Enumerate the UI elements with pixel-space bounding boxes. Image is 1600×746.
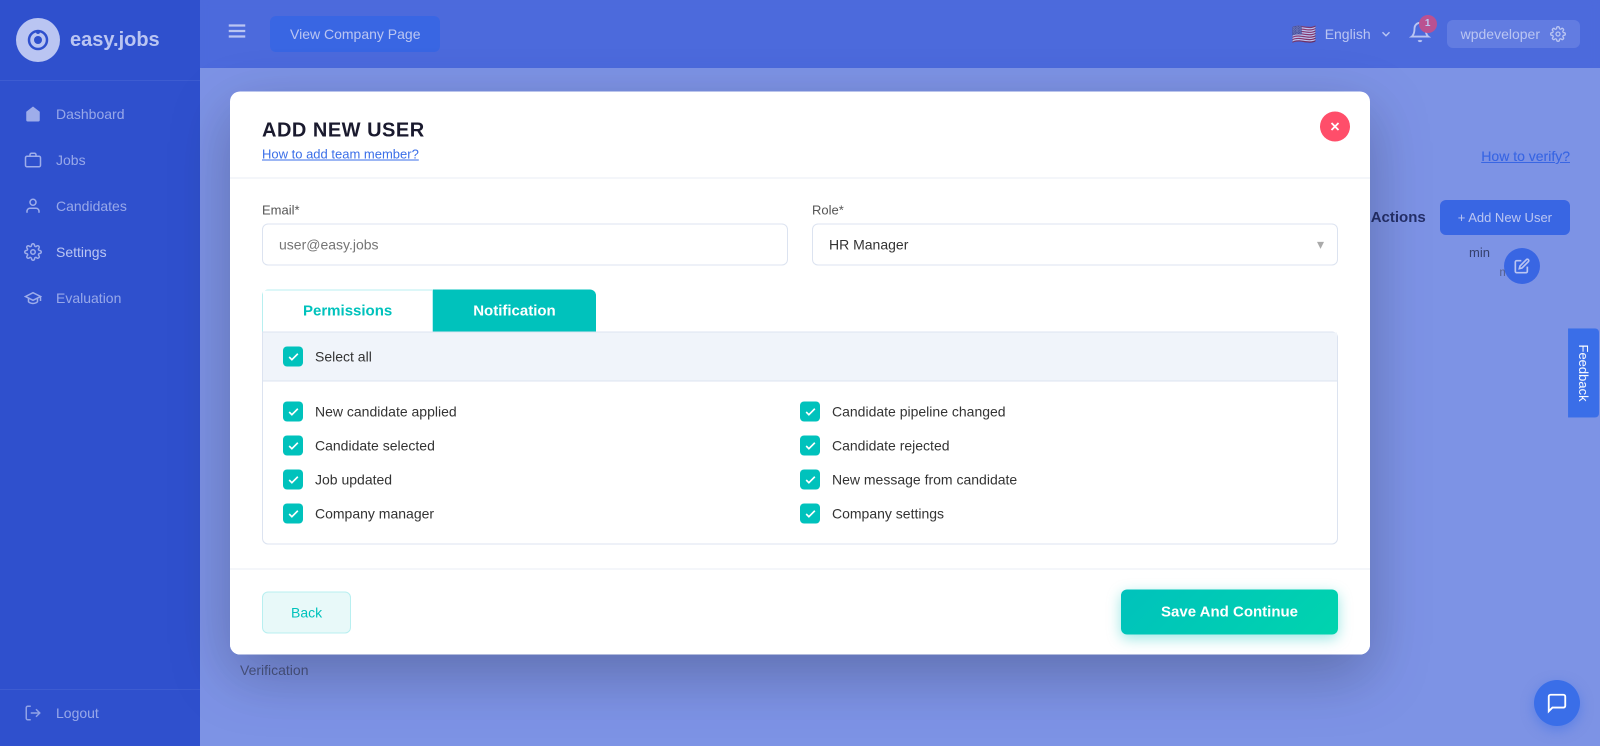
role-select-wrapper: HR Manager ▾ bbox=[812, 224, 1338, 266]
role-label: Role* bbox=[812, 203, 1338, 218]
notif-label-1: Candidate pipeline changed bbox=[832, 404, 1006, 420]
notif-label-6: Company manager bbox=[315, 506, 434, 522]
role-select[interactable]: HR Manager bbox=[812, 224, 1338, 266]
notif-label-2: Candidate selected bbox=[315, 438, 435, 454]
notif-checkbox-7[interactable] bbox=[800, 504, 820, 524]
modal-footer: Back Save And Continue bbox=[230, 569, 1370, 655]
add-user-modal: ADD NEW USER How to add team member? Ema… bbox=[230, 92, 1370, 655]
checkmark-icon bbox=[804, 507, 817, 520]
chat-button[interactable] bbox=[1534, 680, 1580, 726]
notif-item-4: Job updated bbox=[283, 470, 800, 490]
notif-label-3: Candidate rejected bbox=[832, 438, 950, 454]
close-icon bbox=[1328, 120, 1342, 134]
notif-item-5: New message from candidate bbox=[800, 470, 1317, 490]
notif-checkbox-1[interactable] bbox=[800, 402, 820, 422]
checkmark-icon bbox=[287, 350, 300, 363]
notif-item-6: Company manager bbox=[283, 504, 800, 524]
notif-item-2: Candidate selected bbox=[283, 436, 800, 456]
notif-checkbox-4[interactable] bbox=[283, 470, 303, 490]
chat-icon bbox=[1546, 692, 1568, 714]
tab-permissions[interactable]: Permissions bbox=[262, 290, 433, 332]
email-label: Email* bbox=[262, 203, 788, 218]
tabs: Permissions Notification bbox=[262, 290, 596, 332]
email-field[interactable] bbox=[262, 224, 788, 266]
notif-checkbox-2[interactable] bbox=[283, 436, 303, 456]
feedback-tab[interactable]: Feedback bbox=[1568, 328, 1599, 417]
notif-checkbox-6[interactable] bbox=[283, 504, 303, 524]
checkmark-icon bbox=[804, 405, 817, 418]
notifications-grid: New candidate applied Candidate pipeline… bbox=[263, 382, 1337, 544]
select-all-label: Select all bbox=[315, 349, 372, 365]
select-all-checkbox[interactable] bbox=[283, 347, 303, 367]
modal-title: ADD NEW USER bbox=[262, 120, 1338, 143]
form-row: Email* Role* HR Manager ▾ bbox=[262, 203, 1338, 266]
notif-label-4: Job updated bbox=[315, 472, 392, 488]
select-all-row: Select all bbox=[263, 333, 1337, 382]
modal-close-button[interactable] bbox=[1320, 112, 1350, 142]
notif-label-7: Company settings bbox=[832, 506, 944, 522]
notif-item-3: Candidate rejected bbox=[800, 436, 1317, 456]
notif-item-7: Company settings bbox=[800, 504, 1317, 524]
checkmark-icon bbox=[287, 439, 300, 452]
notif-label-5: New message from candidate bbox=[832, 472, 1017, 488]
email-group: Email* bbox=[262, 203, 788, 266]
modal-header: ADD NEW USER How to add team member? bbox=[230, 92, 1370, 178]
notif-checkbox-5[interactable] bbox=[800, 470, 820, 490]
notif-checkbox-3[interactable] bbox=[800, 436, 820, 456]
notification-panel: Select all New candidate applied Candida… bbox=[262, 332, 1338, 545]
role-group: Role* HR Manager ▾ bbox=[812, 203, 1338, 266]
save-continue-button[interactable]: Save And Continue bbox=[1121, 590, 1338, 635]
notif-item-0: New candidate applied bbox=[283, 402, 800, 422]
back-button[interactable]: Back bbox=[262, 591, 351, 633]
checkmark-icon bbox=[804, 439, 817, 452]
notif-label-0: New candidate applied bbox=[315, 404, 457, 420]
checkmark-icon bbox=[804, 473, 817, 486]
notif-item-1: Candidate pipeline changed bbox=[800, 402, 1317, 422]
tab-notification[interactable]: Notification bbox=[433, 290, 596, 332]
modal-body: Email* Role* HR Manager ▾ Permissions No… bbox=[230, 179, 1370, 569]
checkmark-icon bbox=[287, 405, 300, 418]
modal-subtitle-link[interactable]: How to add team member? bbox=[262, 147, 1338, 162]
notif-checkbox-0[interactable] bbox=[283, 402, 303, 422]
checkmark-icon bbox=[287, 473, 300, 486]
checkmark-icon bbox=[287, 507, 300, 520]
